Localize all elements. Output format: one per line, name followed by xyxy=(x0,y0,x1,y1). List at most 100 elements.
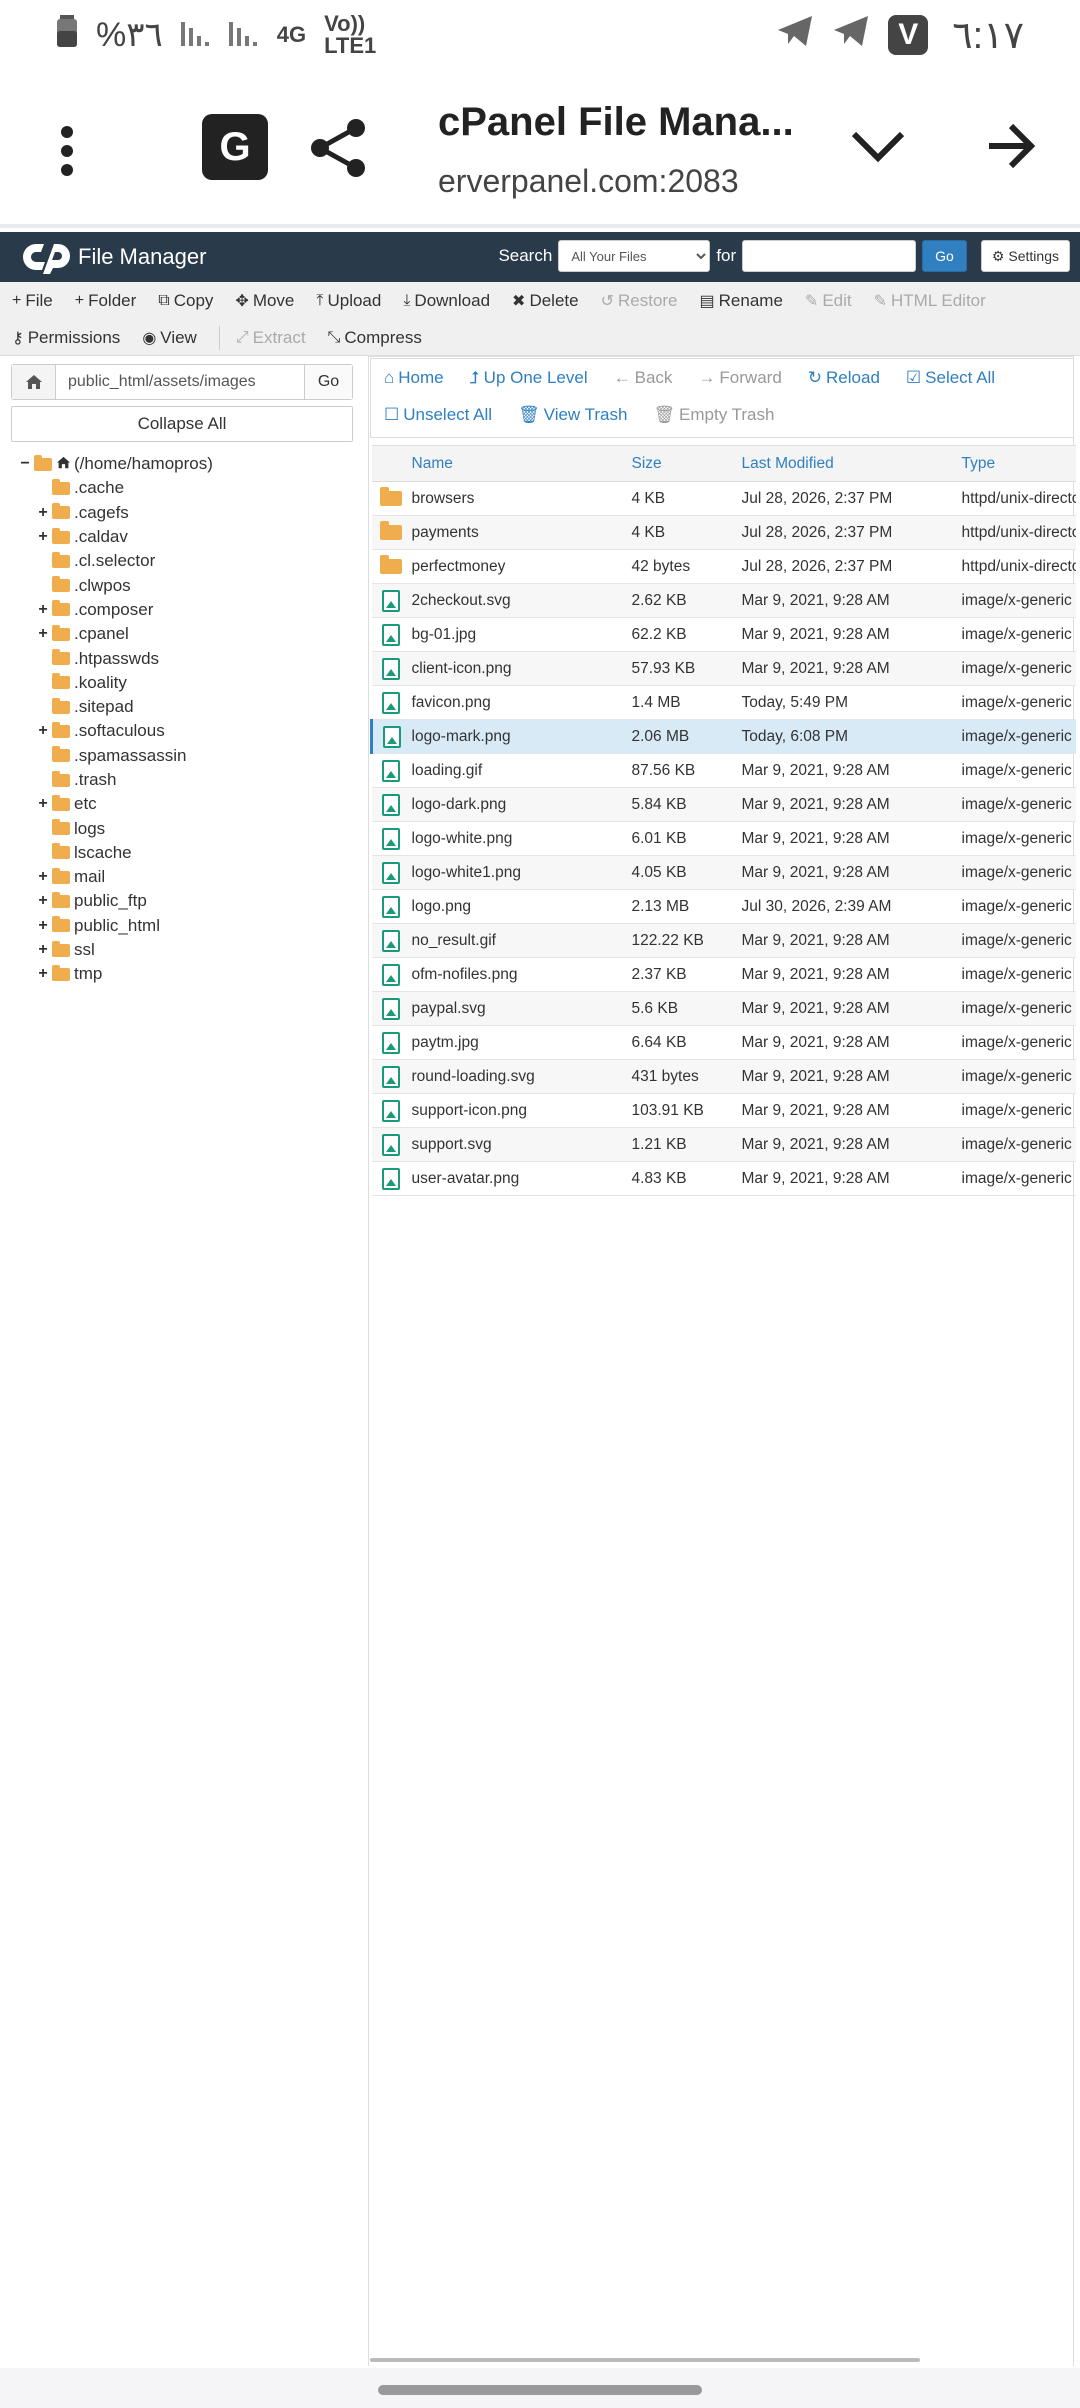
tree-item-label: mail xyxy=(74,867,106,887)
table-row[interactable]: payments 4 KB Jul 28, 2026, 2:37 PM httpd/u… xyxy=(371,515,1076,550)
table-row[interactable]: round-loading.svg 431 bytes Mar 9, 2021, 9… xyxy=(371,1059,1076,1094)
table-row[interactable]: logo-white1.png 4.05 KB Mar 9, 2021, 9:28 … xyxy=(371,855,1076,890)
tree-item[interactable]: lscache xyxy=(18,841,358,865)
share-icon[interactable] xyxy=(310,118,366,183)
table-row[interactable]: favicon.png 1.4 MB Today, 5:49 PM image/x-g… xyxy=(371,685,1076,720)
expand-icon[interactable]: + xyxy=(36,941,50,959)
tree-item[interactable]: .htpasswds xyxy=(18,646,358,670)
cell-name: user-avatar.png xyxy=(407,1161,628,1196)
table-row[interactable]: paypal.svg 5.6 KB Mar 9, 2021, 9:28 AM imag… xyxy=(371,991,1076,1026)
expand-icon[interactable]: + xyxy=(36,601,50,619)
table-row[interactable]: user-avatar.png 4.83 KB Mar 9, 2021, 9:28 … xyxy=(371,1161,1076,1196)
table-row[interactable]: support-icon.png 103.91 KB Mar 9, 2021, 9:… xyxy=(371,1093,1076,1128)
table-row[interactable]: client-icon.png 57.93 KB Mar 9, 2021, 9:28… xyxy=(371,651,1076,686)
expand-icon[interactable]: + xyxy=(36,917,50,935)
tree-item[interactable]: − (/home/hamopros) xyxy=(18,452,358,476)
tree-item[interactable]: + .cagefs xyxy=(18,501,358,525)
tree-item[interactable]: .cl.selector xyxy=(18,549,358,573)
row-icon-cell xyxy=(371,821,408,856)
table-row[interactable]: 2checkout.svg 2.62 KB Mar 9, 2021, 9:28 AM… xyxy=(371,583,1076,618)
tree-item[interactable]: .cache xyxy=(18,476,358,500)
expand-icon[interactable]: + xyxy=(36,625,50,643)
tree-item[interactable]: logs xyxy=(18,816,358,840)
copy-button[interactable]: ⧉ Copy xyxy=(158,291,213,311)
home-icon[interactable] xyxy=(12,365,56,399)
table-row[interactable]: bg-01.jpg 62.2 KB Mar 9, 2021, 9:28 AM imag… xyxy=(371,617,1076,652)
collapse-icon[interactable]: − xyxy=(18,455,32,473)
column-header-name[interactable]: Name xyxy=(407,445,628,482)
gesture-handle[interactable] xyxy=(378,2385,702,2395)
download-button[interactable]: ⤓ Download xyxy=(403,291,490,311)
rename-button[interactable]: ▤ Rename xyxy=(700,291,783,311)
permissions-button[interactable]: ⚷ Permissions xyxy=(12,328,120,348)
path-input[interactable]: public_html/assets/images xyxy=(56,365,304,399)
expand-icon[interactable]: + xyxy=(36,892,50,910)
view-trash-button[interactable]: 🗑 View Trash xyxy=(518,405,627,425)
expand-icon[interactable]: + xyxy=(36,795,50,813)
table-row[interactable]: support.svg 1.21 KB Mar 9, 2021, 9:28 AM im… xyxy=(371,1127,1076,1162)
select-all-button[interactable]: ☑ Select All xyxy=(906,368,995,388)
file-button[interactable]: + File xyxy=(12,291,53,311)
cell-modified: Mar 9, 2021, 9:28 AM xyxy=(737,753,958,788)
compress-button[interactable]: ⤡ Compress xyxy=(328,328,422,348)
move-button[interactable]: ✥ Move xyxy=(235,291,294,311)
page-title: cPanel File Mana... xyxy=(438,100,794,144)
search-go-button[interactable]: Go xyxy=(922,240,967,272)
more-options-icon[interactable] xyxy=(50,122,84,176)
reload-button[interactable]: ↻ Reload xyxy=(808,368,880,388)
table-row[interactable]: browsers 4 KB Jul 28, 2026, 2:37 PM httpd/u… xyxy=(371,481,1076,516)
column-header-type[interactable]: Type xyxy=(957,445,1076,482)
translate-icon[interactable]: G xyxy=(202,114,268,180)
search-input[interactable] xyxy=(742,240,917,272)
tree-item[interactable]: + .softaculous xyxy=(18,719,358,743)
tree-item[interactable]: .sitepad xyxy=(18,695,358,719)
arrow-right-icon[interactable] xyxy=(985,120,1037,177)
tree-item[interactable]: + tmp xyxy=(18,962,358,986)
tree-item[interactable]: .trash xyxy=(18,768,358,792)
table-row[interactable]: ofm-nofiles.png 2.37 KB Mar 9, 2021, 9:28 … xyxy=(371,957,1076,992)
table-row[interactable]: no_result.gif 122.22 KB Mar 9, 2021, 9:28 … xyxy=(371,923,1076,958)
chevron-down-icon[interactable] xyxy=(850,128,906,169)
horizontal-scrollbar[interactable] xyxy=(370,2358,920,2362)
cell-size: 2.37 KB xyxy=(627,957,738,992)
tree-item[interactable]: .koality xyxy=(18,671,358,695)
expand-icon[interactable]: + xyxy=(36,722,50,740)
table-row[interactable]: logo-mark.png 2.06 MB Today, 6:08 PM image/… xyxy=(370,719,1076,754)
tree-item[interactable]: + .composer xyxy=(18,598,358,622)
expand-icon[interactable]: + xyxy=(36,528,50,546)
upload-button[interactable]: ⤒ Upload xyxy=(316,291,381,311)
table-row[interactable]: perfectmoney 42 bytes Jul 28, 2026, 2:37 P… xyxy=(371,549,1076,584)
table-row[interactable]: logo-dark.png 5.84 KB Mar 9, 2021, 9:28 AM… xyxy=(371,787,1076,822)
cpanel-logo[interactable] xyxy=(22,239,72,275)
expand-icon[interactable]: + xyxy=(36,965,50,983)
tree-item[interactable]: .spamassassin xyxy=(18,744,358,768)
collapse-all-button[interactable]: Collapse All xyxy=(11,406,353,442)
home-button[interactable]: ⌂ Home xyxy=(384,368,444,388)
tree-item[interactable]: .clwpos xyxy=(18,573,358,597)
tree-item[interactable]: + ssl xyxy=(18,938,358,962)
expand-icon[interactable]: + xyxy=(36,504,50,522)
column-header-size[interactable]: Size xyxy=(627,445,738,482)
cell-modified: Mar 9, 2021, 9:28 AM xyxy=(737,957,958,992)
search-scope-select[interactable]: All Your Files xyxy=(558,240,711,272)
tree-item[interactable]: + public_html xyxy=(18,914,358,938)
table-row[interactable]: logo.png 2.13 MB Jul 30, 2026, 2:39 AM imag… xyxy=(371,889,1076,924)
unselect-all-button[interactable]: ☐ Unselect All xyxy=(384,405,492,425)
expand-icon[interactable]: + xyxy=(36,868,50,886)
folder-button[interactable]: + Folder xyxy=(75,291,137,311)
table-row[interactable]: loading.gif 87.56 KB Mar 9, 2021, 9:28 AM i… xyxy=(371,753,1076,788)
view-button[interactable]: ◉ View xyxy=(142,328,197,348)
tree-item[interactable]: + mail xyxy=(18,865,358,889)
column-header-last-modified[interactable]: Last Modified xyxy=(737,445,958,482)
delete-button[interactable]: ✖ Delete xyxy=(512,291,579,311)
tree-item[interactable]: + public_ftp xyxy=(18,889,358,913)
up-one-level-button[interactable]: ⮥ Up One Level xyxy=(470,368,588,388)
settings-button[interactable]: ⚙ Settings xyxy=(980,240,1070,272)
table-row[interactable]: logo-white.png 6.01 KB Mar 9, 2021, 9:28 A… xyxy=(371,821,1076,856)
table-row[interactable]: paytm.jpg 6.64 KB Mar 9, 2021, 9:28 AM imag… xyxy=(371,1025,1076,1060)
tree-item[interactable]: + .caldav xyxy=(18,525,358,549)
page-url[interactable]: erverpanel.com:2083 xyxy=(438,163,739,200)
path-go-button[interactable]: Go xyxy=(304,365,352,399)
tree-item[interactable]: + etc xyxy=(18,792,358,816)
tree-item[interactable]: + .cpanel xyxy=(18,622,358,646)
